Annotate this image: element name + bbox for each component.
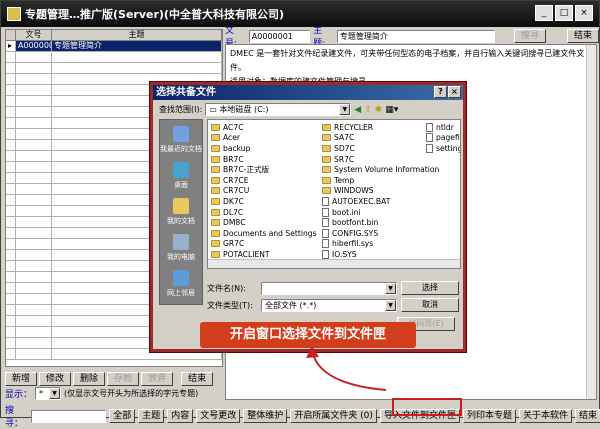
callout-arrow — [306, 346, 387, 391]
